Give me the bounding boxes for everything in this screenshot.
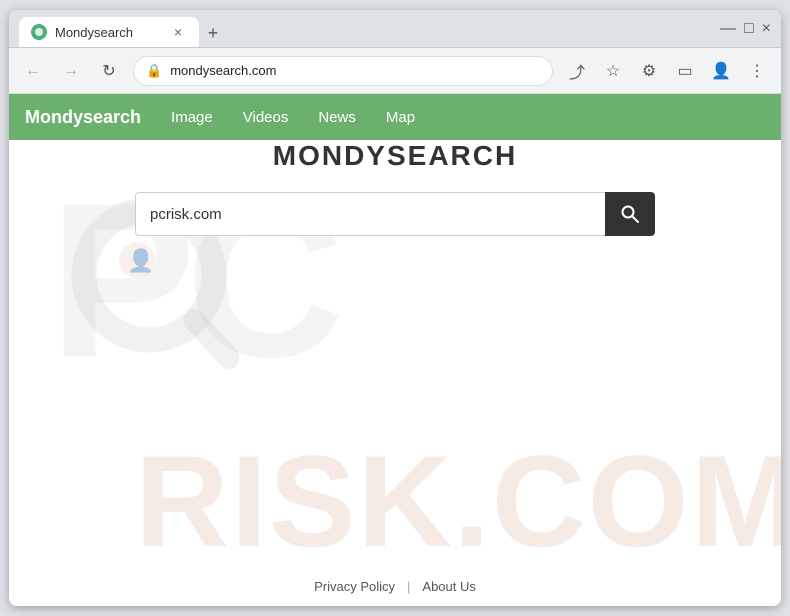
- nav-videos[interactable]: Videos: [243, 109, 289, 126]
- extensions-icon[interactable]: ⚙: [635, 57, 663, 85]
- active-tab[interactable]: Mondysearch ×: [19, 17, 199, 47]
- site-content: 👤 PC RISK.COM MONDYSEARCH Privacy Policy: [9, 140, 781, 606]
- url-box[interactable]: 🔒 mondysearch.com: [133, 56, 553, 86]
- search-box: [135, 192, 655, 236]
- search-area: MONDYSEARCH: [135, 140, 655, 236]
- maximize-button[interactable]: □: [744, 20, 754, 38]
- site-brand[interactable]: Mondysearch: [25, 107, 141, 128]
- share-icon[interactable]: ⤴: [563, 57, 591, 85]
- tab-title: Mondysearch: [55, 25, 133, 40]
- nav-news[interactable]: News: [318, 109, 356, 126]
- browser-window: Mondysearch × + — □ × ← → ↻ 🔒 mondysearc…: [9, 10, 781, 606]
- site-footer: Privacy Policy | About Us: [314, 567, 476, 606]
- lock-icon: 🔒: [146, 63, 162, 79]
- tab-area: Mondysearch × +: [19, 10, 706, 47]
- nav-map[interactable]: Map: [386, 109, 415, 126]
- footer-separator: |: [407, 579, 410, 594]
- tab-favicon: [31, 24, 47, 40]
- risk-watermark: RISK.COM: [135, 426, 781, 576]
- window-close-button[interactable]: ×: [762, 20, 771, 38]
- site-nav: Mondysearch Image Videos News Map: [9, 94, 781, 140]
- minimize-button[interactable]: —: [720, 20, 736, 38]
- bookmark-icon[interactable]: ☆: [599, 57, 627, 85]
- new-tab-button[interactable]: +: [199, 19, 227, 47]
- more-options-icon[interactable]: ⋮: [743, 57, 771, 85]
- page-title: MONDYSEARCH: [273, 140, 517, 172]
- forward-button[interactable]: →: [57, 57, 85, 85]
- about-us-link[interactable]: About Us: [422, 579, 475, 594]
- title-bar: Mondysearch × + — □ ×: [9, 10, 781, 48]
- search-icon: [620, 204, 640, 224]
- back-button[interactable]: ←: [19, 57, 47, 85]
- window-icon[interactable]: ▭: [671, 57, 699, 85]
- nav-image[interactable]: Image: [171, 109, 213, 126]
- url-text: mondysearch.com: [170, 63, 540, 78]
- privacy-policy-link[interactable]: Privacy Policy: [314, 579, 395, 594]
- profile-icon[interactable]: 👤: [707, 57, 735, 85]
- toolbar-icons: ⤴ ☆ ⚙ ▭ 👤 ⋮: [563, 57, 771, 85]
- search-input[interactable]: [135, 192, 605, 236]
- reload-button[interactable]: ↻: [95, 57, 123, 85]
- tab-close-button[interactable]: ×: [169, 23, 187, 41]
- search-button[interactable]: [605, 192, 655, 236]
- address-bar: ← → ↻ 🔒 mondysearch.com ⤴ ☆ ⚙ ▭ 👤 ⋮: [9, 48, 781, 94]
- svg-text:👤: 👤: [127, 248, 154, 273]
- window-controls: — □ ×: [720, 20, 771, 38]
